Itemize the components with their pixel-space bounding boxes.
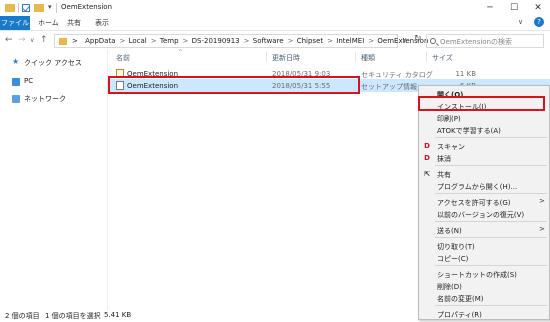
- menu-separator: [435, 165, 547, 166]
- file-size: 11 KB: [455, 70, 476, 78]
- menu-item-scan[interactable]: D スキャン: [419, 140, 549, 151]
- menu-item-rename[interactable]: 名前の変更(M): [419, 292, 549, 303]
- address-bar[interactable]: > AppData > Local > Temp > DS-20190913 > Sof…: [54, 34, 428, 48]
- network-icon: [12, 95, 20, 103]
- menu-item-open-with[interactable]: プログラムから開く(H)...: [419, 180, 549, 191]
- menu-separator: [435, 237, 547, 238]
- divider: [56, 3, 57, 13]
- breadcrumb-item-ds[interactable]: DS-20190913: [192, 37, 240, 45]
- highlight-box: [418, 96, 545, 111]
- column-divider[interactable]: [426, 52, 427, 62]
- nav-item-label: PC: [24, 77, 34, 85]
- up-arrow-icon[interactable]: ↑: [40, 35, 48, 45]
- column-headers: ^ 名前 更新日時 種類 サイズ: [108, 49, 550, 63]
- breadcrumb-item-appdata[interactable]: AppData: [85, 37, 115, 45]
- item-count: 2 個の項目: [5, 312, 40, 320]
- menu-item-atok[interactable]: ATOKで学習する(A): [419, 124, 549, 135]
- menu-separator: [435, 265, 547, 266]
- submenu-arrow-icon: >: [539, 197, 545, 205]
- antivirus-scan-icon: D: [424, 142, 430, 150]
- refresh-icon[interactable]: ↻: [414, 34, 422, 44]
- breadcrumb-separator: >: [327, 37, 334, 45]
- recent-locations-chevron-icon[interactable]: ∨: [30, 37, 34, 44]
- breadcrumb-separator: >: [182, 37, 189, 45]
- tab-share[interactable]: 共有: [67, 16, 81, 30]
- breadcrumb-item-temp[interactable]: Temp: [160, 37, 179, 45]
- selection-size: 5.41 KB: [104, 311, 132, 319]
- title-bar: ▾ OemExtension ─ ☐ ✕: [0, 0, 550, 16]
- menu-item-restore[interactable]: 以前のバージョンの復元(V): [419, 208, 549, 219]
- divider: [18, 3, 19, 13]
- folder-icon: [5, 4, 15, 12]
- breadcrumb-item-chipset[interactable]: Chipset: [297, 37, 323, 45]
- erase-icon: D: [424, 154, 430, 162]
- search-input[interactable]: OemExtensionの検索: [426, 34, 544, 48]
- breadcrumb-separator: >: [119, 37, 126, 45]
- properties-check-icon[interactable]: [22, 4, 30, 12]
- menu-item-send-to[interactable]: 送る(N) >: [419, 224, 549, 235]
- sort-arrow-icon: ^: [178, 49, 184, 56]
- maximize-button[interactable]: ☐: [502, 0, 526, 16]
- computer-icon: [12, 78, 20, 86]
- breadcrumb-separator: >: [287, 37, 294, 45]
- window-title: OemExtension: [61, 3, 112, 11]
- forward-arrow-icon[interactable]: →: [18, 35, 26, 45]
- selection-count: 1 個の項目を選択: [45, 312, 101, 320]
- menu-item-cut[interactable]: 切り取り(T): [419, 240, 549, 251]
- tab-view[interactable]: 表示: [95, 16, 109, 30]
- menu-item-create-shortcut[interactable]: ショートカットの作成(S): [419, 268, 549, 279]
- breadcrumb-separator: >: [72, 37, 78, 45]
- file-type: セットアップ情報: [361, 83, 417, 91]
- help-icon[interactable]: ?: [534, 17, 544, 27]
- folder-icon: [59, 38, 67, 45]
- column-divider[interactable]: [355, 52, 356, 62]
- breadcrumb: > AppData > Local > Temp > DS-20190913 > Sof…: [72, 37, 429, 45]
- back-arrow-icon[interactable]: ←: [5, 35, 13, 45]
- close-button[interactable]: ✕: [526, 0, 550, 16]
- context-menu: 開く(O) インストール(I) 印刷(P) ATOKで学習する(A) D スキャ…: [418, 85, 550, 320]
- breadcrumb-separator: >: [368, 37, 375, 45]
- search-placeholder: OemExtensionの検索: [440, 38, 512, 46]
- address-row: ← → ∨ ↑ > AppData > Local > Temp > DS-20190…: [0, 30, 550, 50]
- tab-home[interactable]: ホーム: [38, 16, 59, 30]
- new-folder-icon[interactable]: [34, 4, 44, 12]
- tab-file[interactable]: ファイル: [0, 16, 30, 30]
- column-header-date[interactable]: 更新日時: [272, 53, 300, 63]
- ribbon-tabs: ファイル ホーム 共有 表示 ∨ ?: [0, 16, 550, 30]
- share-icon: ⇱: [424, 170, 430, 178]
- menu-item-give-access[interactable]: アクセスを許可する(G) >: [419, 196, 549, 207]
- navigation-pane: ★ クイック アクセス PC ネットワーク: [0, 50, 108, 310]
- address-dropdown-chevron-icon[interactable]: ∨: [402, 36, 407, 44]
- breadcrumb-item-intelmei[interactable]: IntelMEI: [336, 37, 364, 45]
- submenu-arrow-icon: >: [539, 225, 545, 233]
- nav-item-label: クイック アクセス: [24, 59, 82, 67]
- menu-item-share[interactable]: ⇱ 共有: [419, 168, 549, 179]
- menu-item-delete[interactable]: 削除(D): [419, 280, 549, 291]
- column-header-size[interactable]: サイズ: [432, 53, 453, 63]
- menu-item-erase[interactable]: D 抹消: [419, 152, 549, 163]
- highlight-box: [108, 76, 360, 94]
- menu-separator: [435, 221, 547, 222]
- breadcrumb-separator: >: [243, 37, 250, 45]
- expand-ribbon-chevron-icon[interactable]: ∨: [518, 18, 523, 26]
- search-icon: [430, 38, 436, 44]
- column-header-type[interactable]: 種類: [361, 53, 375, 63]
- menu-item-print[interactable]: 印刷(P): [419, 112, 549, 123]
- menu-item-properties[interactable]: プロパティ(R): [419, 308, 549, 319]
- menu-separator: [435, 305, 547, 306]
- breadcrumb-item-software[interactable]: Software: [253, 37, 284, 45]
- minimize-button[interactable]: ─: [478, 0, 502, 16]
- customize-quick-access-chevron-icon[interactable]: ▾: [48, 3, 52, 13]
- column-divider[interactable]: [266, 52, 267, 62]
- menu-separator: [435, 137, 547, 138]
- star-icon: ★: [12, 57, 20, 66]
- nav-item-label: ネットワーク: [24, 95, 66, 103]
- column-header-name[interactable]: 名前: [116, 53, 130, 63]
- breadcrumb-item-local[interactable]: Local: [129, 37, 147, 45]
- breadcrumb-separator: >: [150, 37, 157, 45]
- menu-item-copy[interactable]: コピー(C): [419, 252, 549, 263]
- menu-separator: [435, 193, 547, 194]
